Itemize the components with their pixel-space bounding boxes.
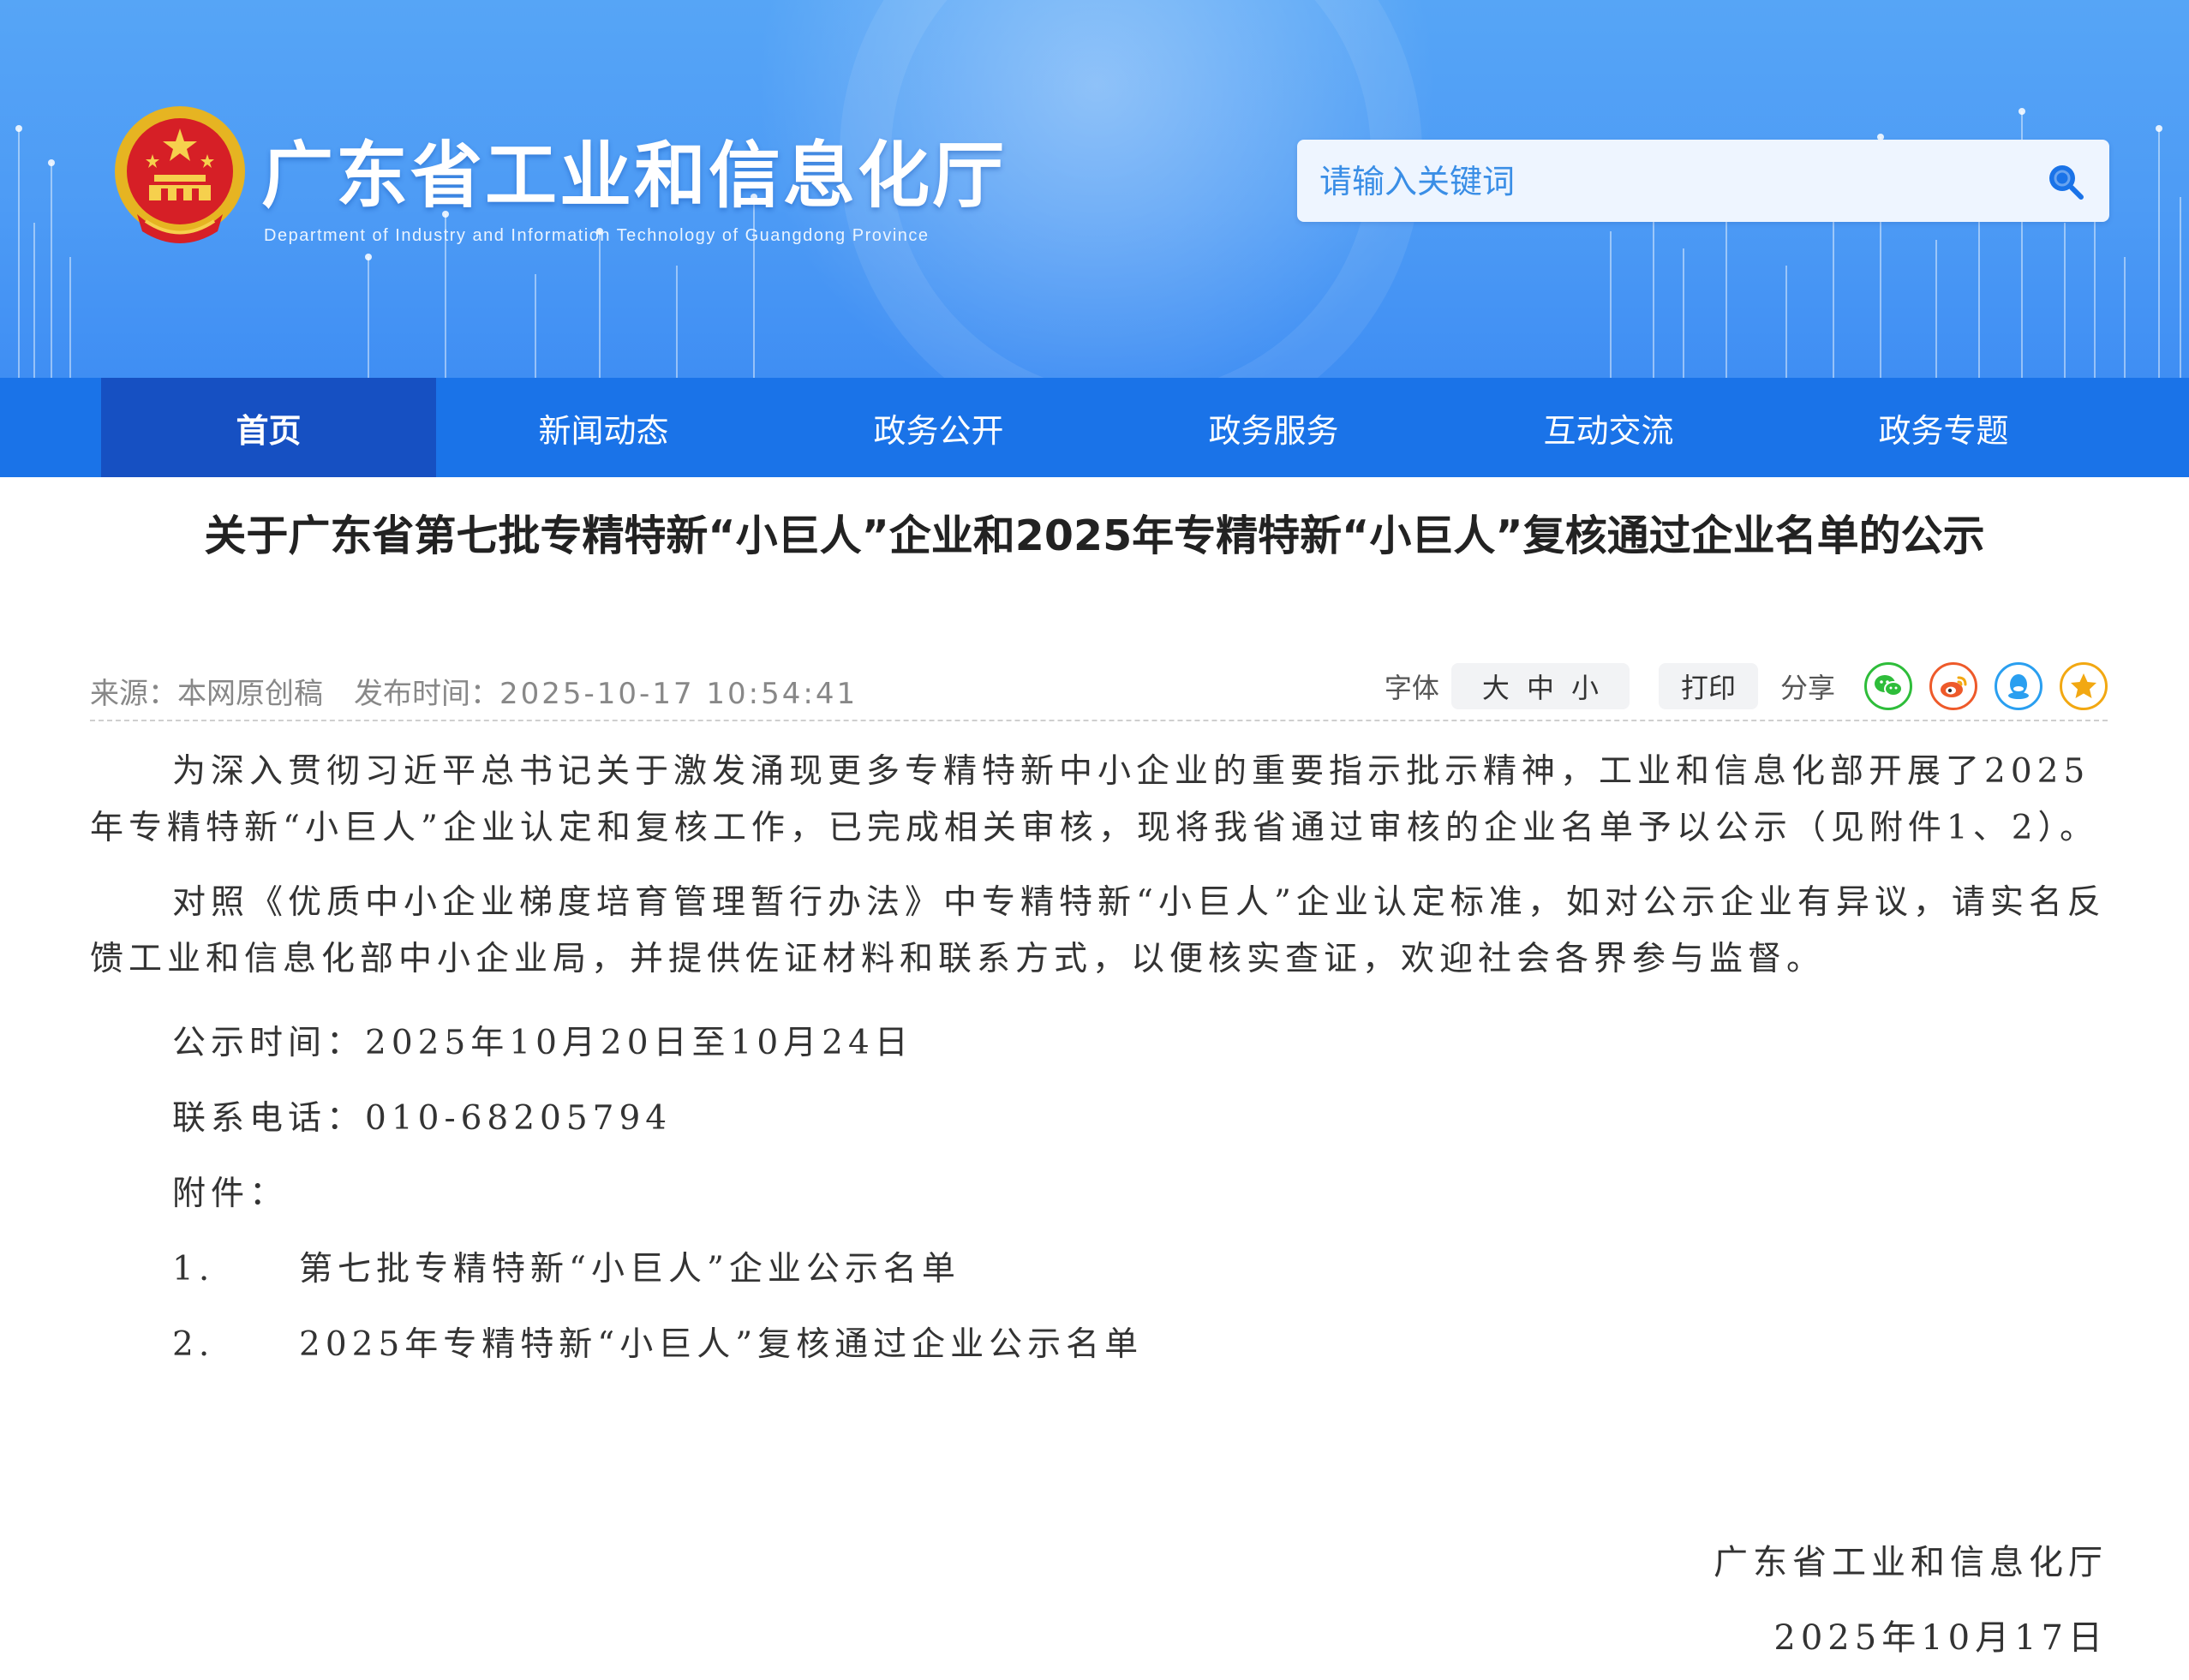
nav-item-interaction[interactable]: 互动交流 [1441,378,1776,477]
attachment-link[interactable]: 2025年专精特新“小巨人”复核通过企业公示名单 [299,1325,1143,1364]
nav-item-home[interactable]: 首页 [101,378,436,477]
site-title: 广东省工业和信息化厅 [261,134,1008,218]
article-paragraph: 为深入贯彻习近平总书记关于激发涌现更多专精特新中小企业的重要指示批示精神，工业和… [90,752,2099,847]
article-meta: 来源：本网原创稿 发布时间：2025-10-17 10:54:41 字体 大 中 … [90,660,2108,721]
font-large-button[interactable]: 大 [1482,667,1510,706]
search-icon[interactable] [2044,160,2085,201]
favorite-star-icon[interactable] [2060,662,2108,710]
font-small-button[interactable]: 小 [1571,667,1599,706]
print-button[interactable]: 打印 [1658,663,1758,709]
attachment-number: 1. [172,1250,215,1288]
qq-share-icon[interactable] [1995,662,2042,710]
main-nav: 首页 新闻动态 政务公开 政务服务 互动交流 政务专题 [0,378,2189,477]
attachment-number: 2. [172,1325,215,1364]
share-label: 分享 [1779,672,1835,704]
article-paragraph: 对照《优质中小企业梯度培育管理暂行办法》中专精特新“小巨人”企业认定标准，如对公… [90,883,2106,978]
source-value: 本网原创稿 [177,677,323,711]
font-medium-button[interactable]: 中 [1527,667,1554,706]
signature-block: 广东省工业和信息化厅 2025年10月17日 [1714,1525,2108,1676]
nav-item-gov-services[interactable]: 政务服务 [1106,378,1441,477]
nav-item-news[interactable]: 新闻动态 [436,378,771,477]
nav-item-gov-affairs[interactable]: 政务公开 [771,378,1106,477]
search-box [1297,140,2109,222]
national-emblem-icon [115,106,245,243]
signature-organization: 广东省工业和信息化厅 [1714,1543,2108,1582]
font-size-switcher: 大 中 小 [1450,663,1630,709]
signature-date: 2025年10月17日 [1773,1618,2108,1658]
attachment-item-2[interactable]: 2. 2025年专精特新“小巨人”复核通过企业公示名单 [90,1307,2108,1383]
source-label: 来源： [90,677,177,711]
header-banner: 广东省工业和信息化厅 Department of Industry and In… [0,0,2189,378]
publish-time-label: 发布时间： [354,677,499,711]
font-size-label: 字体 [1384,672,1439,704]
nav-item-special-topics[interactable]: 政务专题 [1776,378,2111,477]
search-input[interactable] [1318,152,2007,212]
site-subtitle: Department of Industry and Information T… [264,226,930,245]
publish-time: 2025-10-17 10:54:41 [499,677,858,711]
notice-time: 公示时间：2025年10月20日至10月24日 [172,1024,913,1062]
attachment-item-1[interactable]: 1. 第七批专精特新“小巨人”企业公示名单 [90,1232,2108,1307]
attachment-link[interactable]: 第七批专精特新“小巨人”企业公示名单 [299,1250,960,1288]
weibo-share-icon[interactable] [1929,662,1977,710]
wechat-share-icon[interactable] [1864,662,1912,710]
article-title: 关于广东省第七批专精特新“小巨人”企业和2025年专精特新“小巨人”复核通过企业… [204,511,1985,560]
contact-phone: 联系电话：010-68205794 [172,1099,673,1138]
article-body: 为深入贯彻习近平总书记关于激发涌现更多专精特新中小企业的重要指示批示精神，工业和… [90,744,2108,1383]
attachments-label: 附件： [172,1175,289,1213]
